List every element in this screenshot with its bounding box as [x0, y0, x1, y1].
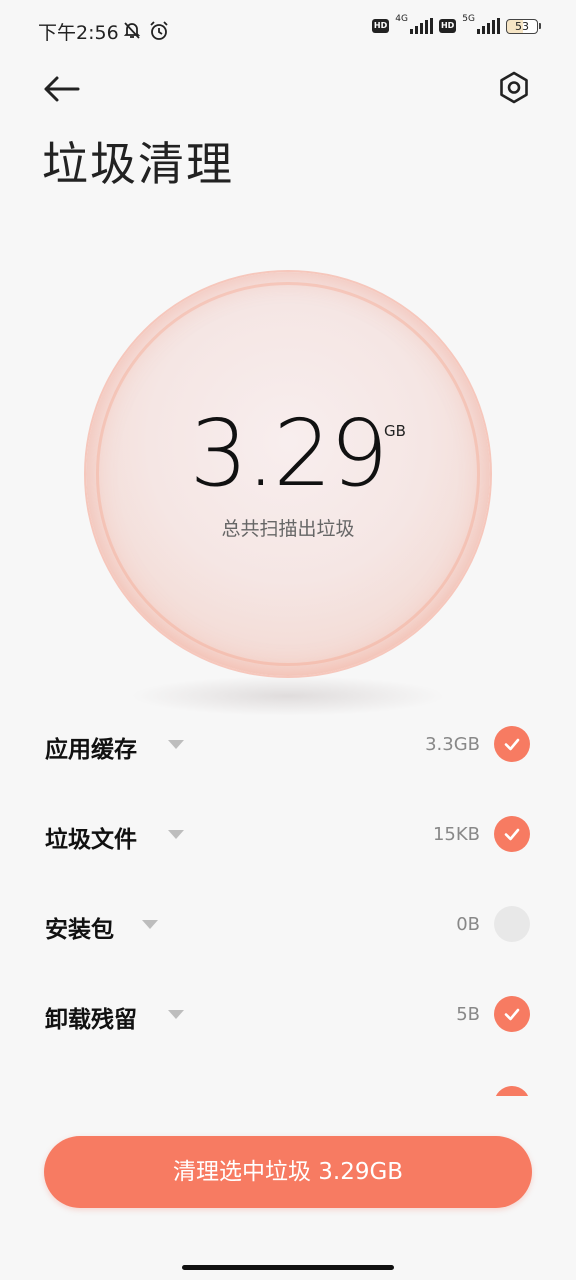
expand-caret-icon[interactable] [168, 1010, 184, 1019]
junk-category-list: 应用缓存 3.3GB 垃圾文件 15KB 安装包 0B 卸载残留 5B [0, 700, 576, 1096]
home-indicator[interactable] [182, 1265, 394, 1270]
checkbox-checked-icon[interactable] [494, 996, 530, 1032]
junk-total-size: 3.29 [189, 400, 389, 507]
settings-gear-icon[interactable] [496, 70, 532, 106]
status-time: 下午2:56 [38, 22, 119, 44]
network-type-1: 4G [395, 14, 408, 24]
hd-badge-1: HD [371, 19, 390, 33]
list-item-junk-files[interactable]: 垃圾文件 15KB [0, 790, 576, 880]
item-size: 0B [456, 914, 480, 935]
junk-summary-orb: 3.29 GB 总共扫描出垃圾 [86, 272, 490, 676]
list-item-partial[interactable] [0, 1060, 576, 1096]
item-label: 垃圾文件 [45, 827, 137, 853]
item-size: 3.3GB [425, 734, 480, 755]
expand-caret-icon[interactable] [142, 920, 158, 929]
list-item-install-packages[interactable]: 安装包 0B [0, 880, 576, 970]
back-arrow-icon[interactable] [40, 70, 84, 108]
junk-caption: 总共扫描出垃圾 [221, 518, 355, 540]
item-size: 5B [456, 1004, 480, 1025]
page-title: 垃圾清理 [42, 137, 234, 191]
battery-level: 53 [515, 19, 529, 33]
expand-caret-icon[interactable] [168, 830, 184, 839]
alarm-icon [150, 21, 168, 40]
status-indicators: HD 4G HD 5G 53 [371, 14, 541, 34]
status-bar: 下午2:56 HD 4G HD 5G 53 [0, 0, 576, 62]
item-size: 15KB [432, 824, 480, 845]
checkbox-checked-icon[interactable] [494, 1086, 530, 1096]
list-item-app-cache[interactable]: 应用缓存 3.3GB [0, 700, 576, 790]
orb-circle: 3.29 GB 总共扫描出垃圾 [86, 272, 490, 676]
item-label: 安装包 [45, 917, 114, 943]
junk-total-unit: GB [384, 422, 406, 440]
signal-icon-1 [409, 18, 433, 34]
battery-icon: 53 [506, 18, 541, 34]
item-label: 应用缓存 [45, 737, 137, 763]
clean-selected-button[interactable]: 清理选中垃圾 3.29GB [44, 1136, 532, 1208]
checkbox-checked-icon[interactable] [494, 726, 530, 762]
checkbox-checked-icon[interactable] [494, 816, 530, 852]
list-item-uninstall-residue[interactable]: 卸载残留 5B [0, 970, 576, 1060]
signal-icon-2 [477, 18, 500, 34]
network-type-2: 5G [462, 14, 475, 24]
checkbox-unchecked-icon[interactable] [494, 906, 530, 942]
hd-badge-2: HD [438, 19, 457, 33]
item-label: 卸载残留 [45, 1007, 137, 1033]
expand-caret-icon[interactable] [168, 740, 184, 749]
mute-bell-icon [123, 22, 141, 39]
